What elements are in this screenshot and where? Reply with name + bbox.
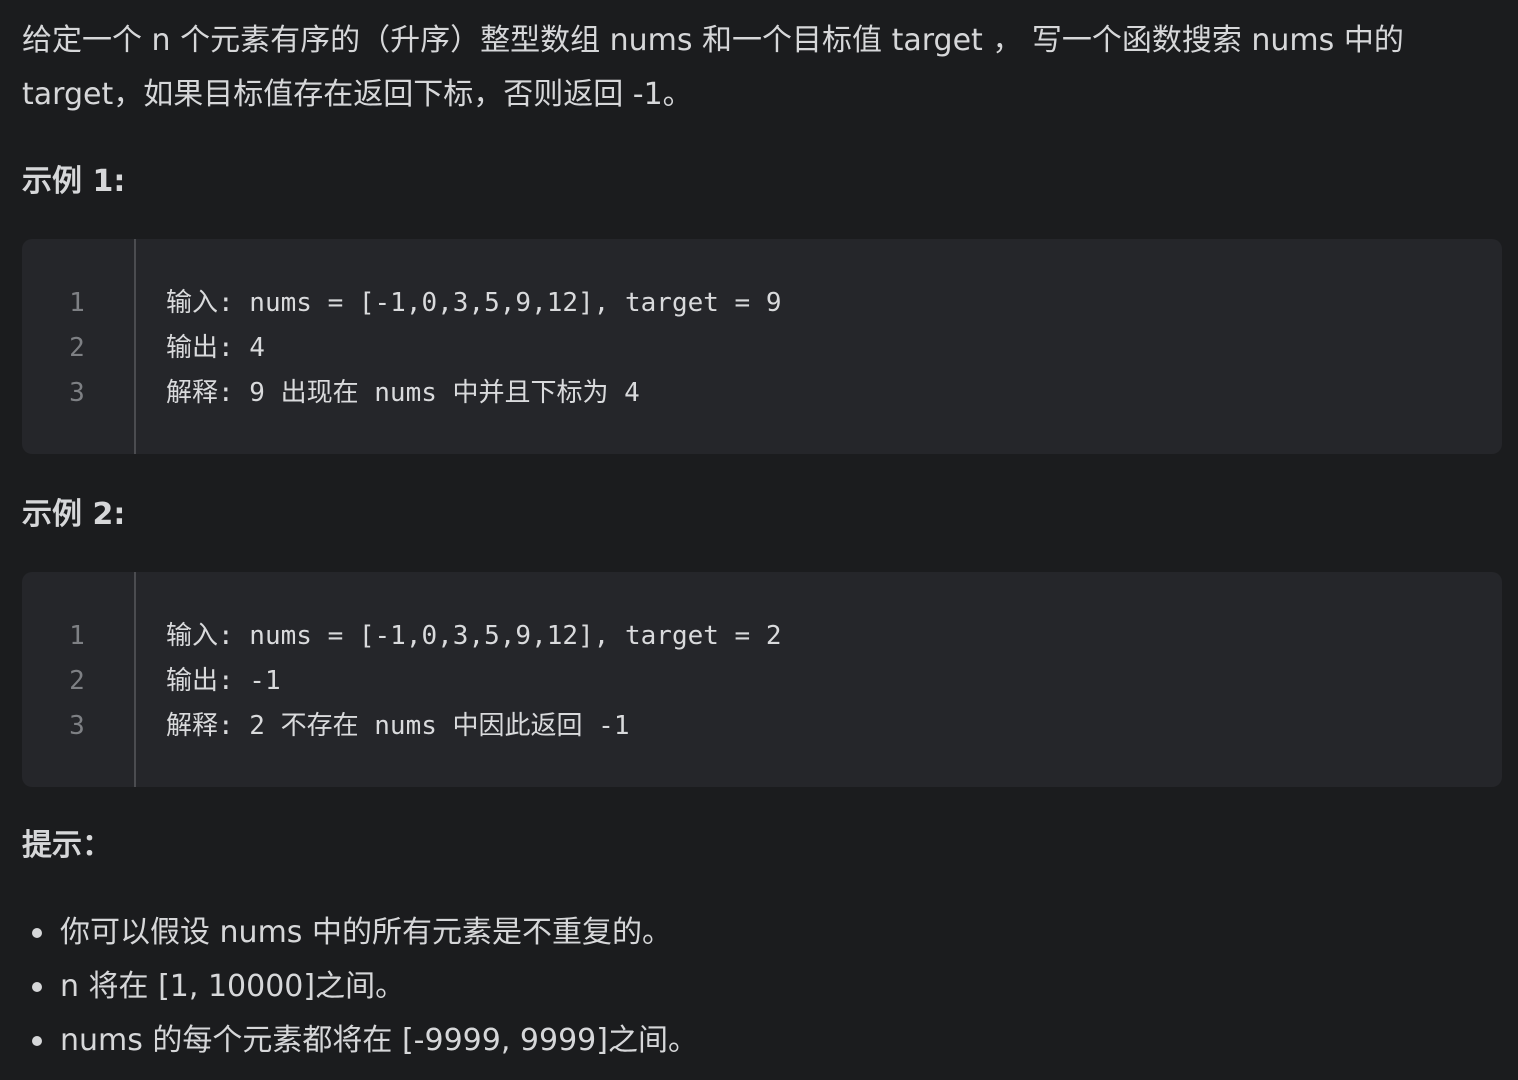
line-number-gutter: 1 2 3 — [22, 572, 136, 787]
code-line-output: 输出: -1 — [166, 666, 281, 696]
bullet-icon — [32, 982, 42, 992]
tip-text: nums 的每个元素都将在 [-9999, 9999]之间。 — [60, 1023, 698, 1058]
problem-description: 给定一个 n 个元素有序的（升序）整型数组 nums 和一个目标值 target… — [22, 23, 1404, 112]
list-item: n 将在 [1, 10000]之间。 — [22, 960, 698, 1014]
line-number: 3 — [69, 378, 85, 408]
example-2-heading: 示例 2: — [22, 497, 126, 532]
code-line-explanation: 解释: 2 不存在 nums 中因此返回 -1 — [166, 711, 630, 741]
line-number: 1 — [69, 621, 85, 651]
bullet-icon — [32, 928, 42, 938]
list-item: 你可以假设 nums 中的所有元素是不重复的。 — [22, 906, 698, 960]
example-1-heading: 示例 1: — [22, 164, 126, 199]
line-number-gutter: 1 2 3 — [22, 239, 136, 454]
code-line-explanation: 解释: 9 出现在 nums 中并且下标为 4 — [166, 378, 640, 408]
line-number: 1 — [69, 288, 85, 318]
list-item: nums 的每个元素都将在 [-9999, 9999]之间。 — [22, 1014, 698, 1068]
tip-text: 你可以假设 nums 中的所有元素是不重复的。 — [60, 915, 672, 950]
example-2-code-block: 1 2 3 输入: nums = [-1,0,3,5,9,12], target… — [22, 572, 1502, 787]
line-number: 3 — [69, 711, 85, 741]
tips-list: 你可以假设 nums 中的所有元素是不重复的。 n 将在 [1, 10000]之… — [22, 906, 698, 1068]
tip-text: n 将在 [1, 10000]之间。 — [60, 969, 406, 1004]
line-number: 2 — [69, 333, 85, 363]
example-1-code-block: 1 2 3 输入: nums = [-1,0,3,5,9,12], target… — [22, 239, 1502, 454]
tips-heading: 提示： — [22, 828, 112, 863]
bullet-icon — [32, 1036, 42, 1046]
code-line-output: 输出: 4 — [166, 333, 265, 363]
line-number: 2 — [69, 666, 85, 696]
code-line-input: 输入: nums = [-1,0,3,5,9,12], target = 2 — [166, 621, 782, 651]
code-line-input: 输入: nums = [-1,0,3,5,9,12], target = 9 — [166, 288, 782, 318]
